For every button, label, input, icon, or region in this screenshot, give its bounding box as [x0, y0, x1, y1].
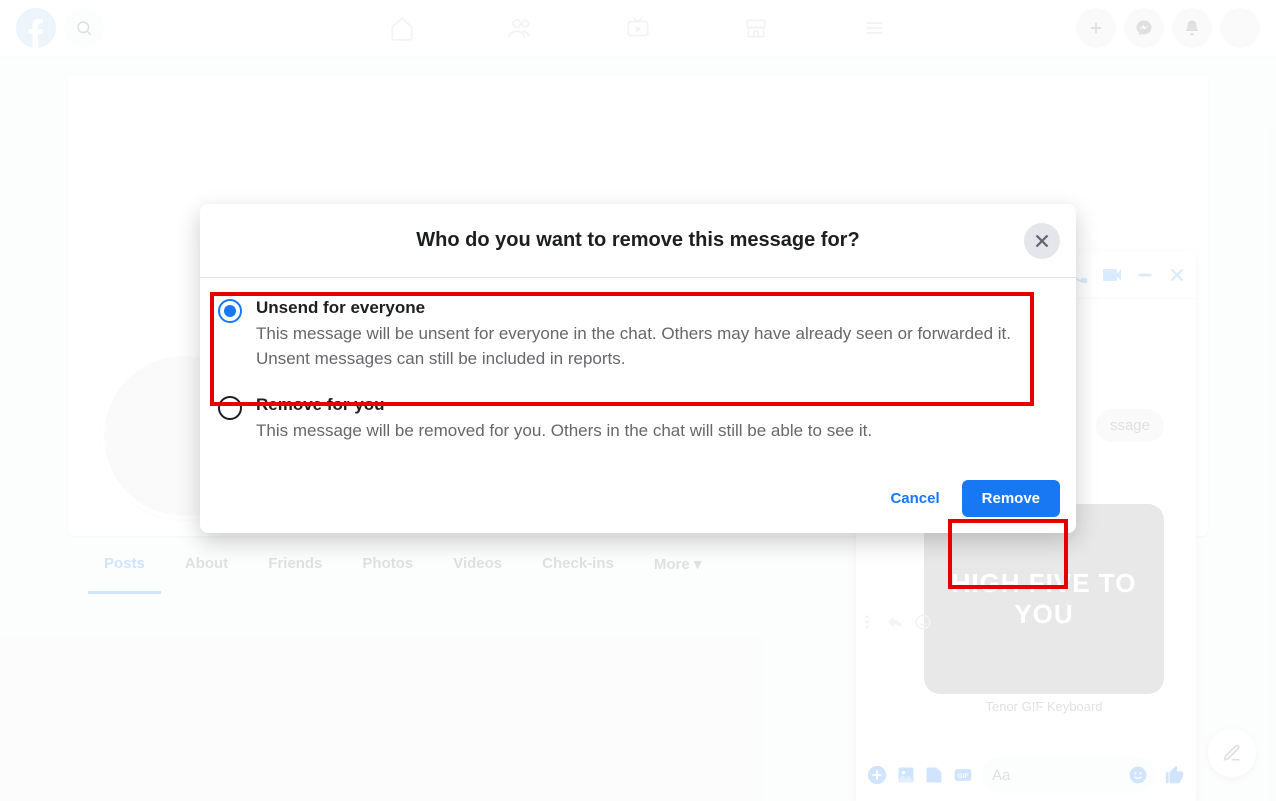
modal-header: Who do you want to remove this message f…	[200, 204, 1076, 278]
remove-button[interactable]: Remove	[962, 480, 1060, 517]
option-remove-for-you[interactable]: Remove for you This message will be remo…	[200, 383, 1076, 456]
modal-body: Unsend for everyone This message will be…	[200, 278, 1076, 464]
radio-selected-icon[interactable]	[218, 299, 242, 323]
option-desc: This message will be unsent for everyone…	[256, 322, 1058, 371]
option-title: Remove for you	[256, 395, 1058, 415]
close-modal-button[interactable]	[1024, 223, 1060, 259]
remove-message-modal: Who do you want to remove this message f…	[200, 204, 1076, 533]
option-title: Unsend for everyone	[256, 298, 1058, 318]
cancel-button[interactable]: Cancel	[876, 480, 953, 517]
modal-title: Who do you want to remove this message f…	[416, 229, 859, 252]
radio-unselected-icon[interactable]	[218, 396, 242, 420]
modal-footer: Cancel Remove	[200, 464, 1076, 533]
option-desc: This message will be removed for you. Ot…	[256, 419, 1058, 444]
option-unsend-everyone[interactable]: Unsend for everyone This message will be…	[200, 286, 1076, 383]
